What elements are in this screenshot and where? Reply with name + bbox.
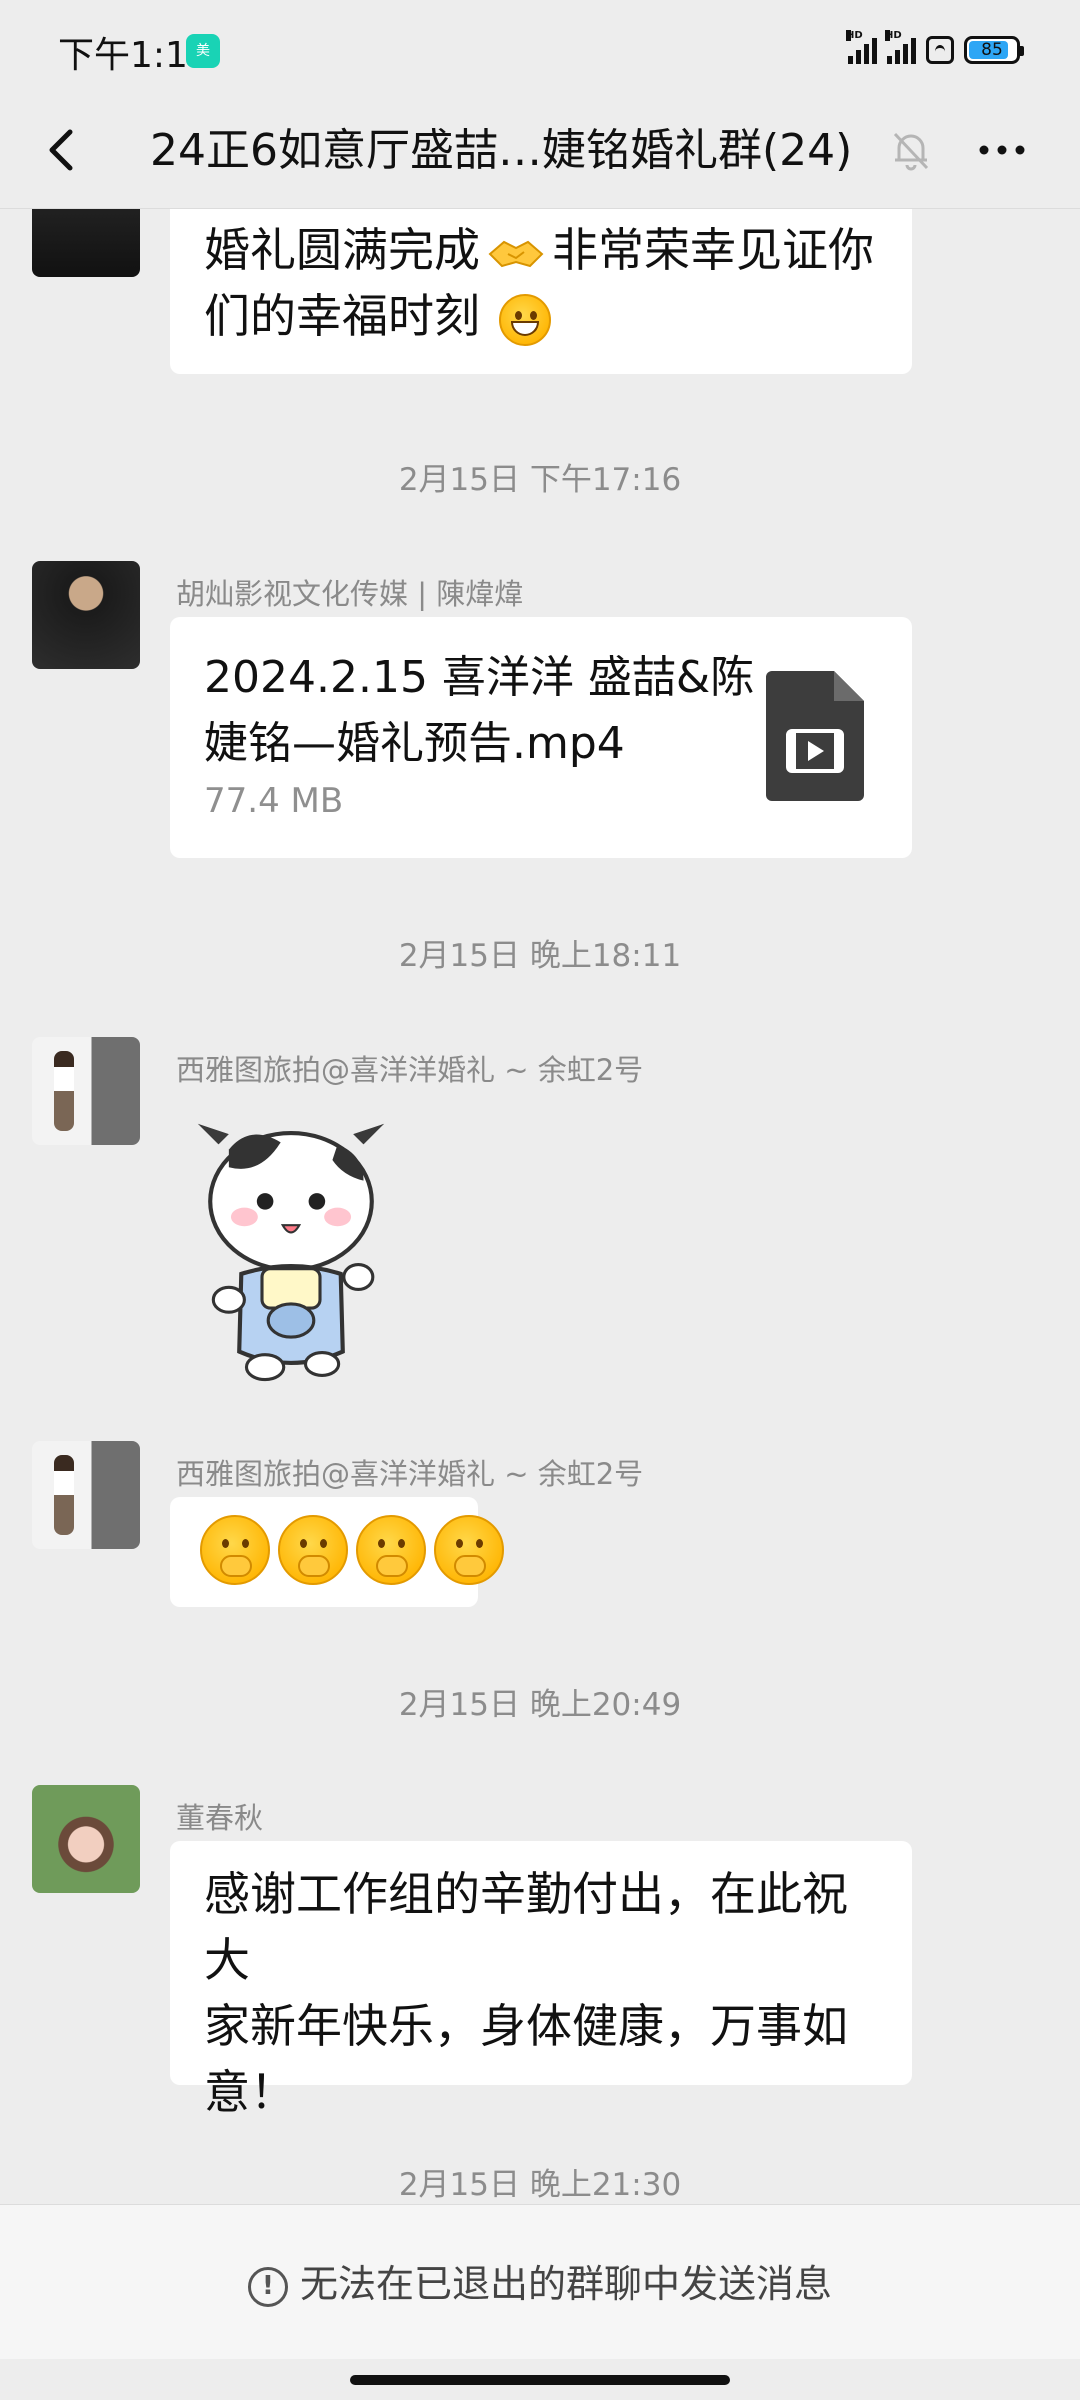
timestamp: 2月15日 晚上21:30 (398, 2167, 682, 2203)
avatar[interactable] (32, 209, 140, 277)
message-text: 感谢工作组的辛勤付出，在此祝大 (204, 1867, 848, 1987)
timestamp: 2月15日 晚上20:49 (398, 1687, 682, 1723)
message-text: 非常荣幸见证你 (552, 223, 874, 277)
video-file-icon (766, 671, 864, 801)
status-indicators: HD HD 85 (846, 30, 1024, 70)
timestamp: 2月15日 晚上18:11 (398, 938, 682, 974)
sender-name: 西雅图旅拍@喜洋洋婚礼 ~ 余虹2号 (176, 1053, 644, 1087)
status-bar: 下午1:11 美 HD HD 85 (0, 0, 1080, 96)
avatar[interactable] (32, 1037, 140, 1145)
avatar[interactable] (32, 1785, 140, 1893)
file-message-bubble[interactable]: 2024.2.15 喜洋洋 盛喆&陈 婕铭—婚礼预告.mp4 77.4 MB (170, 617, 912, 858)
chat-message-list[interactable]: 婚礼圆满完成 非常荣幸见证你 们的幸福时刻 2月15日 下午17:16 胡灿影视文… (0, 209, 1080, 2203)
message-text: 家新年快乐，身体健康，万事如 (204, 1999, 848, 2053)
face-with-hand-over-mouth-emoji-icon (278, 1515, 348, 1585)
message-text: 意！ (204, 2065, 296, 2119)
handshake-emoji-icon (488, 240, 544, 267)
signal-icon: HD (846, 30, 877, 64)
face-with-hand-over-mouth-emoji-icon (356, 1515, 426, 1585)
face-with-hand-over-mouth-emoji-icon (434, 1515, 504, 1585)
message-bubble[interactable]: 婚礼圆满完成 非常荣幸见证你 们的幸福时刻 (170, 209, 912, 374)
wifi-icon (926, 36, 954, 64)
signal-icon: HD (885, 30, 916, 64)
battery-icon: 85 (964, 36, 1024, 64)
sender-name: 西雅图旅拍@喜洋洋婚礼 ~ 余虹2号 (176, 1457, 644, 1491)
cow-sticker-icon[interactable] (186, 1103, 396, 1393)
sender-name: 胡灿影视文化传媒 | 陳煒煒 (176, 577, 524, 611)
chat-header: 24正6如意厅盛喆…婕铭婚礼群(24) (0, 96, 1080, 209)
home-indicator[interactable] (350, 2375, 730, 2385)
timestamp: 2月15日 下午17:16 (398, 462, 682, 498)
message-text: 们的幸福时刻 (204, 289, 480, 343)
notice-text: 无法在已退出的群聊中发送消息 (299, 2262, 832, 2306)
sender-name: 董春秋 (176, 1801, 264, 1835)
bell-off-icon (893, 132, 929, 171)
chevron-left-icon[interactable] (34, 120, 94, 180)
message-text: 婚礼圆满完成 (204, 223, 480, 277)
app-notification-icon: 美 (186, 34, 220, 68)
message-bubble[interactable] (170, 1497, 504, 1607)
exclamation-circle-icon: ! (247, 2266, 288, 2307)
more-dots-icon[interactable] (972, 124, 1032, 176)
chat-title[interactable]: 24正6如意厅盛喆…婕铭婚礼群(24) (150, 118, 870, 184)
avatar[interactable] (32, 561, 140, 669)
message-bubble[interactable]: 感谢工作组的辛勤付出，在此祝大 家新年快乐，身体健康，万事如 意！ (170, 1841, 912, 2119)
battery-level: 85 (981, 40, 1003, 60)
avatar[interactable] (32, 1441, 140, 1549)
face-with-hand-over-mouth-emoji-icon (200, 1515, 270, 1585)
grinning-emoji-icon (498, 293, 551, 346)
input-disabled-bar: ! 无法在已退出的群聊中发送消息 (0, 2204, 1080, 2359)
